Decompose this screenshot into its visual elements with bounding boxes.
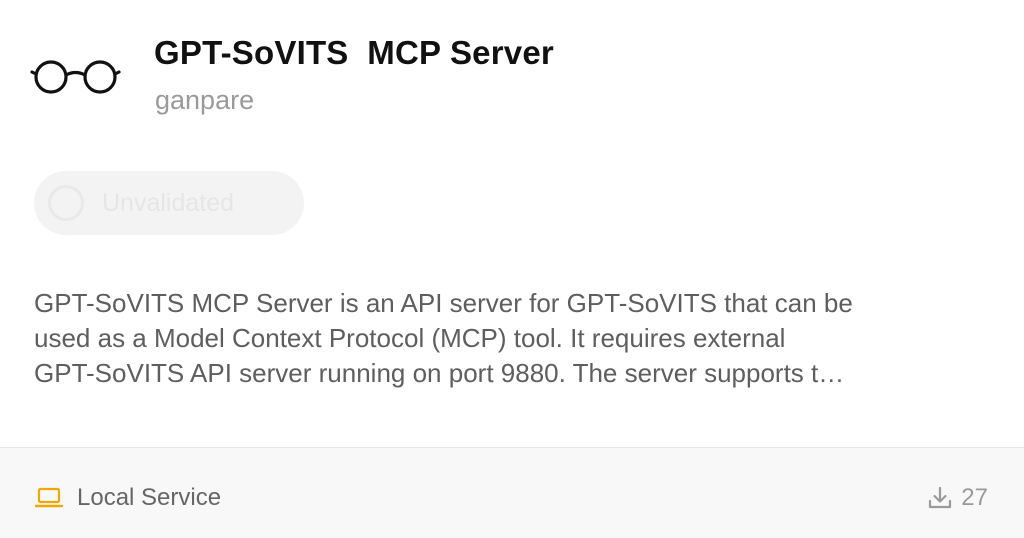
card-footer: Local Service 27: [0, 447, 1024, 538]
service-type-label: Local Service: [77, 484, 222, 511]
validation-badge: Unvalidated: [34, 171, 304, 235]
status-circle-icon: [48, 185, 84, 221]
server-title[interactable]: GPT-SoVITS MCP Server: [154, 34, 554, 72]
service-type: Local Service: [35, 484, 221, 512]
server-card[interactable]: GPT-SoVITS MCP Server ganpare Unvalidate…: [0, 0, 1024, 538]
download-count: 27: [961, 484, 988, 511]
download-count-group: 27: [927, 484, 988, 512]
download-icon: [929, 486, 952, 509]
laptop-icon: [35, 487, 63, 508]
server-author[interactable]: ganpare: [155, 85, 254, 116]
server-description: GPT-SoVITS MCP Server is an API server f…: [34, 288, 853, 388]
validation-badge-label: Unvalidated: [102, 188, 235, 217]
glasses-icon: [30, 60, 121, 94]
